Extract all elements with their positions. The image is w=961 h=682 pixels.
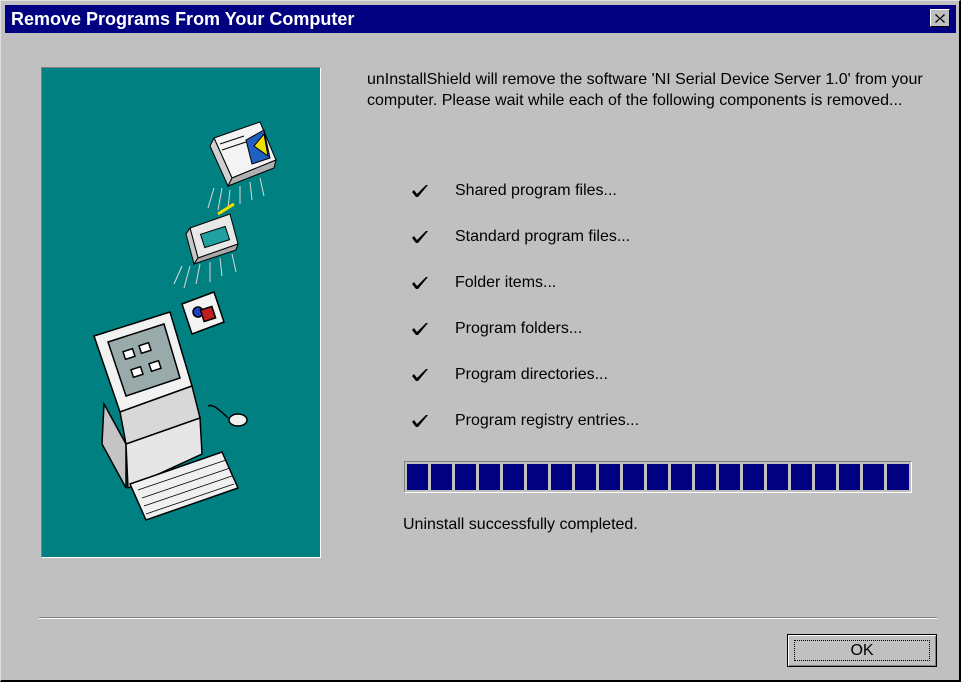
check-icon <box>412 369 428 381</box>
installer-illustration <box>41 67 321 558</box>
check-icon <box>412 415 428 427</box>
progress-block <box>431 464 452 490</box>
progress-block <box>791 464 812 490</box>
divider <box>39 617 937 619</box>
computer-illustration <box>93 291 248 521</box>
progress-block <box>647 464 668 490</box>
progress-block <box>575 464 596 490</box>
floating-document-box <box>209 121 277 188</box>
check-icon <box>412 231 428 243</box>
step-label: Program folders... <box>455 320 583 337</box>
title-bar: Remove Programs From Your Computer <box>5 5 956 33</box>
uninstall-dialog: Remove Programs From Your Computer unIns… <box>0 0 961 682</box>
progress-block <box>695 464 716 490</box>
intro-message: unInstallShield will remove the software… <box>367 71 923 109</box>
floating-disk-box <box>185 202 239 266</box>
ok-button[interactable]: OK <box>787 634 937 667</box>
progress-block <box>527 464 548 490</box>
progress-block <box>455 464 476 490</box>
close-icon <box>935 13 945 23</box>
step-label: Folder items... <box>455 274 557 291</box>
step-label: Standard program files... <box>455 228 631 245</box>
progress-block <box>551 464 572 490</box>
window-title: Remove Programs From Your Computer <box>11 9 355 29</box>
progress-block <box>887 464 909 490</box>
progress-block <box>839 464 860 490</box>
progress-block <box>719 464 740 490</box>
check-icon <box>412 185 428 197</box>
step-label: Program directories... <box>455 366 608 383</box>
close-button[interactable] <box>930 9 950 27</box>
progress-block <box>407 464 428 490</box>
progress-block <box>479 464 500 490</box>
progress-block <box>863 464 884 490</box>
step-label: Shared program files... <box>455 182 617 199</box>
progress-block <box>599 464 620 490</box>
check-icon <box>412 323 428 335</box>
progress-fill <box>407 464 909 490</box>
step-label: Program registry entries... <box>455 412 640 429</box>
progress-block <box>767 464 788 490</box>
status-text: Uninstall successfully completed. <box>403 516 638 533</box>
progress-block <box>503 464 524 490</box>
progress-block <box>743 464 764 490</box>
progress-block <box>671 464 692 490</box>
ok-button-label: OK <box>850 641 874 659</box>
progress-block <box>815 464 836 490</box>
progress-block <box>623 464 644 490</box>
check-icon <box>412 277 428 289</box>
progress-bar <box>404 461 912 493</box>
